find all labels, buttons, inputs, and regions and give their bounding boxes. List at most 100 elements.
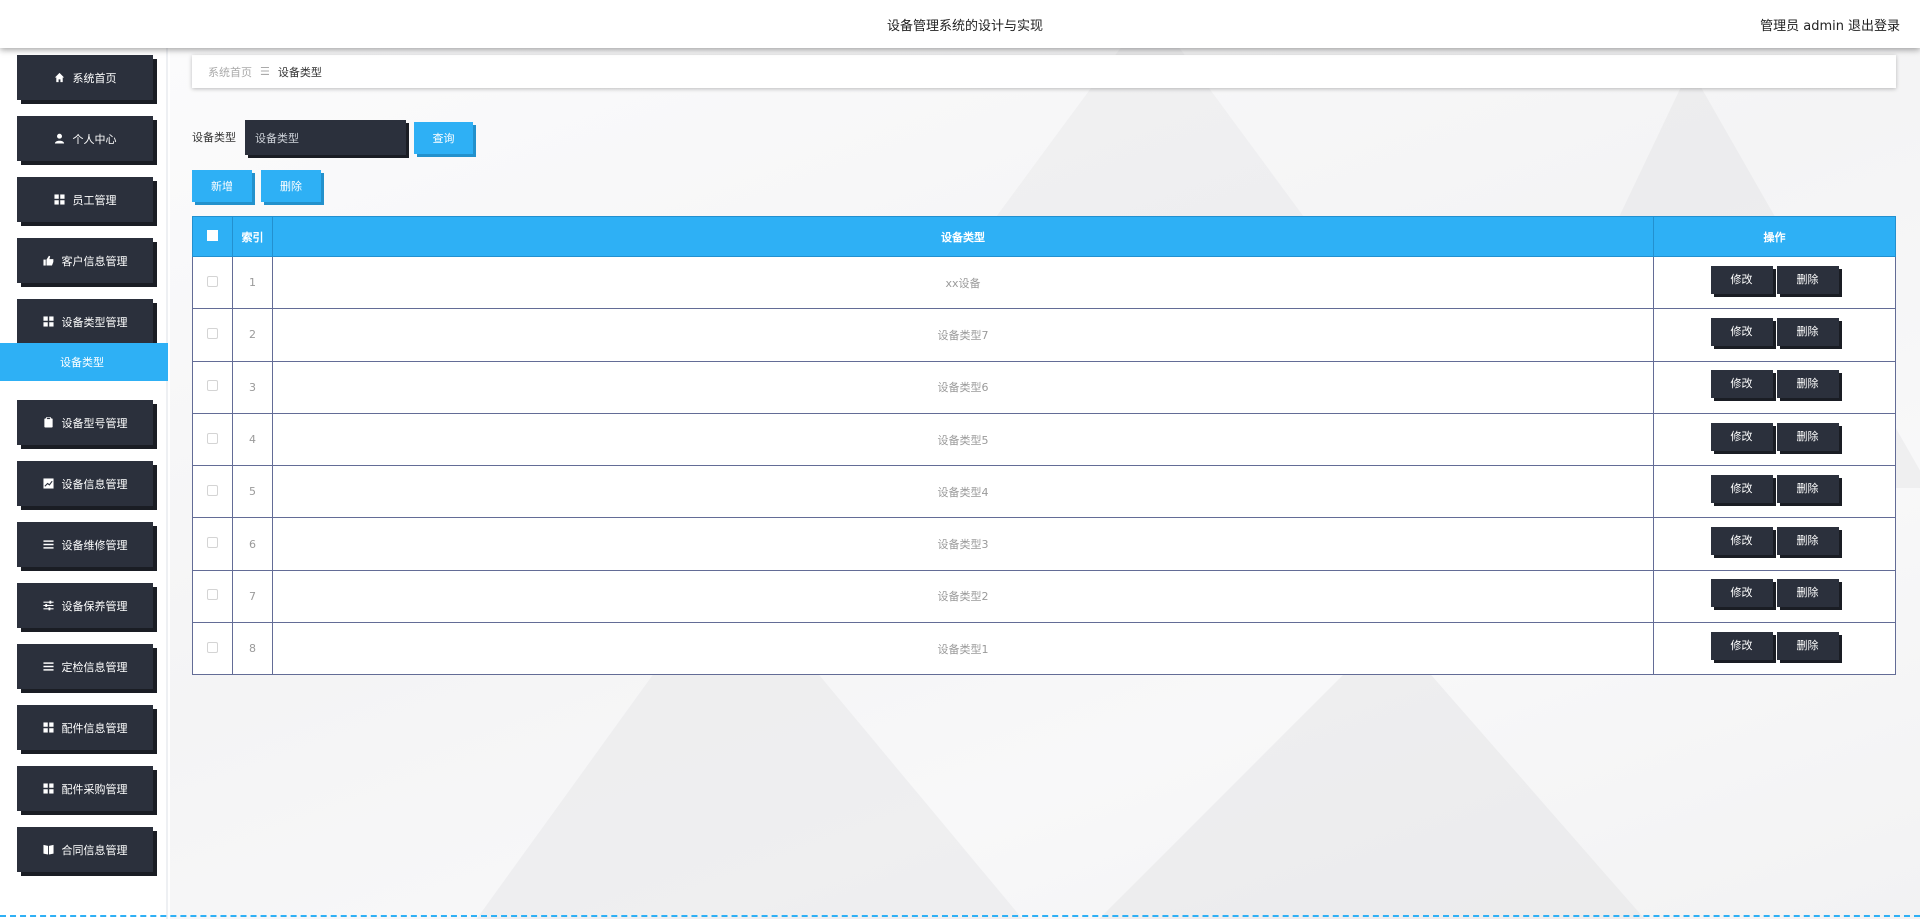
row-select-cell: [192, 517, 233, 571]
row-device-type: 设备类型6: [271, 360, 1655, 414]
sidebar-item-label: 设备信息管理: [61, 477, 128, 491]
sidebar-item-label: 设备型号管理: [61, 416, 128, 430]
grid-icon: [42, 722, 54, 733]
row-device-type: 设备类型4: [271, 465, 1655, 519]
delete-button[interactable]: 删除: [1776, 317, 1839, 346]
sidebar-item-label: 合同信息管理: [61, 843, 128, 857]
sidebar-item-label: 设备保养管理: [61, 599, 128, 613]
row-index: 3: [231, 360, 273, 414]
list-icon: [42, 539, 54, 550]
sidebar-item-parts-purchase[interactable]: 配件采购管理: [17, 766, 153, 811]
sliders-icon: [42, 600, 54, 611]
row-checkbox[interactable]: [206, 641, 218, 653]
row-checkbox[interactable]: [206, 380, 218, 392]
book-icon: [42, 844, 54, 855]
sidebar-subitem-device-type[interactable]: 设备类型: [0, 343, 168, 381]
current-user: 管理员 admin: [1760, 19, 1844, 34]
sidebar-item-home[interactable]: 系统首页: [17, 55, 153, 100]
clipboard-icon: [43, 417, 54, 428]
row-device-type: 设备类型2: [271, 569, 1655, 624]
bottom-dashed-line: [0, 915, 1920, 917]
sidebar-item-label: 设备类型管理: [61, 315, 128, 329]
row-checkbox[interactable]: [206, 275, 218, 287]
edit-button[interactable]: 修改: [1710, 527, 1773, 556]
row-checkbox[interactable]: [206, 537, 218, 549]
row-checkbox[interactable]: [206, 432, 218, 444]
row-device-type: 设备类型7: [271, 308, 1655, 362]
search-button[interactable]: 查询: [414, 122, 473, 154]
row-select-cell: [192, 569, 233, 624]
row-index: 7: [231, 569, 273, 624]
row-actions: 修改 删除: [1653, 360, 1896, 414]
device-type-table: 索引 设备类型 操作 1 xx设备 修改 删除 2 设备类型7 修改 删除 3 设备类型6 修改 删除…: [192, 216, 1896, 676]
search-label: 设备类型: [192, 131, 236, 144]
sidebar-item-contracts[interactable]: 合同信息管理: [17, 827, 153, 872]
sidebar-item-device-type[interactable]: 设备类型管理: [17, 299, 153, 344]
column-header-actions: 操作: [1653, 216, 1896, 257]
sidebar-item-customers[interactable]: 客户信息管理: [17, 238, 153, 283]
app-title: 设备管理系统的设计与实现: [886, 19, 1043, 34]
row-index: 5: [231, 465, 273, 519]
sidebar-item-staff[interactable]: 员工管理: [17, 177, 153, 222]
table-row: 5 设备类型4 修改 删除: [192, 465, 1896, 519]
row-select-cell: [192, 255, 233, 310]
row-actions: 修改 删除: [1653, 517, 1896, 571]
edit-button[interactable]: 修改: [1710, 422, 1773, 451]
batch-delete-button[interactable]: 删除: [261, 170, 321, 202]
select-all-cell: [192, 216, 233, 257]
row-select-cell: [192, 360, 233, 414]
row-select-cell: [192, 308, 233, 362]
edit-button[interactable]: 修改: [1710, 317, 1773, 346]
row-checkbox[interactable]: [206, 589, 218, 601]
row-device-type: 设备类型5: [271, 412, 1655, 467]
row-select-cell: [192, 412, 233, 467]
row-checkbox[interactable]: [206, 484, 218, 496]
row-actions: 修改 删除: [1653, 412, 1896, 467]
sidebar-item-profile[interactable]: 个人中心: [17, 116, 153, 161]
logout-link[interactable]: 退出登录: [1848, 15, 1900, 34]
sidebar-item-device-model[interactable]: 设备型号管理: [17, 400, 153, 445]
add-button[interactable]: 新增: [192, 170, 252, 202]
row-checkbox[interactable]: [206, 327, 218, 339]
sidebar-item-label: 配件信息管理: [61, 721, 128, 735]
edit-button[interactable]: 修改: [1710, 474, 1773, 503]
sidebar-item-label: 个人中心: [72, 132, 117, 146]
sidebar-item-label: 员工管理: [72, 193, 117, 207]
sidebar: 系统首页 个人中心 员工管理 客户信息管理 设备类型管理 设备类型 设备型号管理…: [0, 48, 168, 919]
row-index: 1: [231, 255, 273, 310]
edit-button[interactable]: 修改: [1710, 579, 1773, 608]
search-input[interactable]: 设备类型: [245, 120, 406, 155]
delete-button[interactable]: 删除: [1776, 422, 1839, 451]
sidebar-item-device-info[interactable]: 设备信息管理: [17, 461, 153, 506]
delete-button[interactable]: 删除: [1776, 579, 1839, 608]
chart-icon: [42, 478, 54, 489]
row-index: 6: [231, 517, 273, 571]
breadcrumb: 系统首页 ☰ 设备类型: [192, 55, 1896, 88]
row-index: 4: [231, 412, 273, 467]
user-icon: [54, 133, 65, 144]
table-row: 8 设备类型1 修改 删除: [192, 622, 1896, 676]
edit-button[interactable]: 修改: [1710, 631, 1773, 660]
edit-button[interactable]: 修改: [1710, 370, 1773, 399]
breadcrumb-current: 设备类型: [277, 65, 322, 79]
breadcrumb-home[interactable]: 系统首页: [208, 64, 252, 80]
sidebar-item-device-maintenance[interactable]: 设备保养管理: [17, 583, 153, 628]
row-select-cell: [192, 465, 233, 519]
sidebar-item-label: 系统首页: [72, 71, 117, 85]
row-index: 2: [231, 308, 273, 362]
delete-button[interactable]: 删除: [1776, 527, 1839, 556]
sidebar-item-device-repair[interactable]: 设备维修管理: [17, 522, 153, 567]
sidebar-item-inspection[interactable]: 定检信息管理: [17, 644, 153, 689]
breadcrumb-separator: ☰: [260, 65, 270, 78]
row-actions: 修改 删除: [1653, 569, 1896, 624]
column-header-index: 索引: [231, 216, 273, 257]
sidebar-item-parts-info[interactable]: 配件信息管理: [17, 705, 153, 750]
delete-button[interactable]: 删除: [1776, 265, 1839, 294]
delete-button[interactable]: 删除: [1776, 631, 1839, 660]
sidebar-item-label: 客户信息管理: [61, 254, 128, 268]
select-all-checkbox[interactable]: [206, 229, 218, 241]
edit-button[interactable]: 修改: [1710, 265, 1773, 294]
row-device-type: xx设备: [271, 255, 1655, 310]
delete-button[interactable]: 删除: [1776, 474, 1839, 503]
delete-button[interactable]: 删除: [1776, 370, 1839, 399]
